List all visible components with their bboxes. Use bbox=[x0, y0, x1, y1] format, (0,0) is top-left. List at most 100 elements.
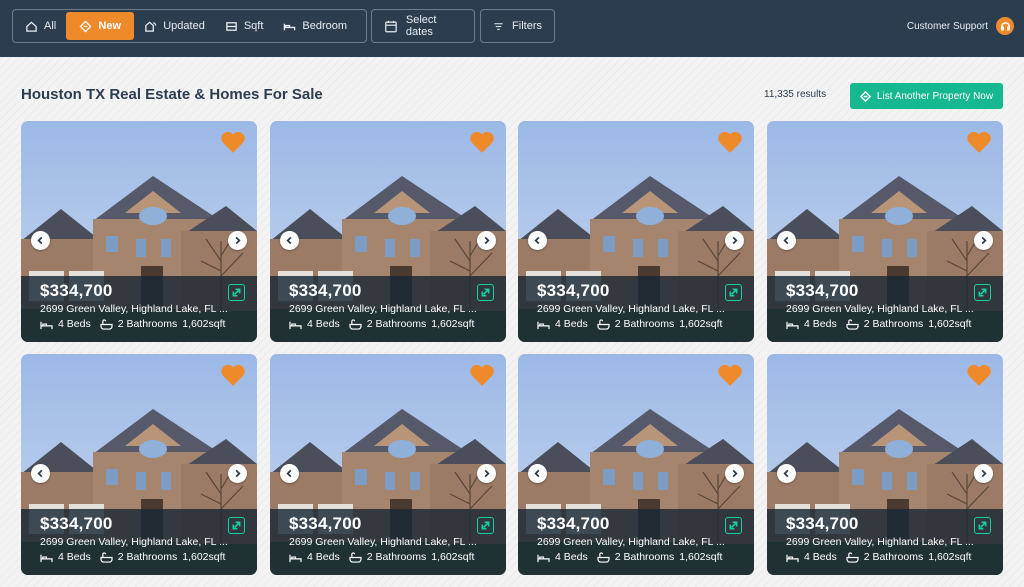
segment-bedroom[interactable]: Bedroom bbox=[273, 12, 357, 40]
listing-info-panel: $334,700 2699 Green Valley, Highland Lak… bbox=[21, 276, 257, 342]
next-photo-button[interactable] bbox=[477, 464, 496, 483]
listing-card[interactable]: $334,700 2699 Green Valley, Highland Lak… bbox=[270, 354, 506, 575]
listing-price: $334,700 bbox=[289, 281, 362, 300]
bed-icon bbox=[284, 23, 296, 30]
listing-card[interactable]: $334,700 2699 Green Valley, Highland Lak… bbox=[21, 354, 257, 575]
listing-sqft: 1,602sqft bbox=[679, 551, 723, 563]
segment-all[interactable]: All bbox=[15, 12, 66, 40]
bathtub-icon bbox=[597, 551, 610, 563]
heart-icon[interactable] bbox=[220, 363, 246, 387]
chevron-left-icon bbox=[286, 469, 292, 478]
filters-button[interactable]: Filters bbox=[480, 9, 555, 43]
next-photo-button[interactable] bbox=[974, 464, 993, 483]
listing-baths: 2 Bathrooms bbox=[863, 551, 924, 563]
listing-beds: 4 Beds bbox=[804, 551, 837, 563]
prev-photo-button[interactable] bbox=[528, 231, 547, 250]
bed-icon bbox=[537, 321, 550, 329]
open-listing-button[interactable] bbox=[228, 517, 245, 534]
top-navbar: All New Updated Sqft Bedroom Select date… bbox=[0, 0, 1024, 57]
listing-card[interactable]: $334,700 2699 Green Valley, Highland Lak… bbox=[270, 121, 506, 342]
segment-new[interactable]: New bbox=[66, 12, 135, 40]
open-listing-button[interactable] bbox=[477, 517, 494, 534]
results-count: 11,335 results bbox=[764, 89, 827, 100]
listing-baths: 2 Bathrooms bbox=[863, 318, 924, 330]
listing-info-panel: $334,700 2699 Green Valley, Highland Lak… bbox=[270, 509, 506, 575]
next-photo-button[interactable] bbox=[725, 464, 744, 483]
chevron-right-icon bbox=[484, 469, 490, 478]
ruler-icon bbox=[226, 21, 237, 31]
heart-icon[interactable] bbox=[966, 130, 992, 154]
bathtub-icon bbox=[349, 318, 362, 330]
listing-beds: 4 Beds bbox=[555, 551, 588, 563]
listing-baths: 2 Bathrooms bbox=[614, 318, 675, 330]
bed-icon bbox=[786, 321, 799, 329]
listing-card[interactable]: $334,700 2699 Green Valley, Highland Lak… bbox=[518, 121, 754, 342]
listing-sqft: 1,602sqft bbox=[182, 551, 226, 563]
prev-photo-button[interactable] bbox=[777, 231, 796, 250]
chevron-left-icon bbox=[37, 236, 43, 245]
listing-card[interactable]: $334,700 2699 Green Valley, Highland Lak… bbox=[518, 354, 754, 575]
listing-info-panel: $334,700 2699 Green Valley, Highland Lak… bbox=[21, 509, 257, 575]
listing-address: 2699 Green Valley, Highland Lake, FL ... bbox=[537, 303, 725, 315]
next-photo-button[interactable] bbox=[725, 231, 744, 250]
listing-info-panel: $334,700 2699 Green Valley, Highland Lak… bbox=[270, 276, 506, 342]
prev-photo-button[interactable] bbox=[31, 464, 50, 483]
listing-specs: 4 Beds 2 Bathrooms 1,602sqft bbox=[289, 551, 494, 563]
chevron-right-icon bbox=[732, 236, 738, 245]
open-listing-button[interactable] bbox=[725, 284, 742, 301]
listing-baths: 2 Bathrooms bbox=[117, 318, 178, 330]
bathtub-icon bbox=[846, 551, 859, 563]
listing-address: 2699 Green Valley, Highland Lake, FL ... bbox=[289, 303, 477, 315]
bathtub-icon bbox=[100, 318, 113, 330]
open-listing-button[interactable] bbox=[228, 284, 245, 301]
heart-icon[interactable] bbox=[966, 363, 992, 387]
calendar-icon bbox=[385, 20, 397, 32]
listing-beds: 4 Beds bbox=[58, 551, 91, 563]
heart-icon[interactable] bbox=[220, 130, 246, 154]
bed-icon bbox=[289, 554, 302, 562]
external-link-icon bbox=[481, 521, 490, 530]
listing-beds: 4 Beds bbox=[307, 318, 340, 330]
heart-icon[interactable] bbox=[469, 130, 495, 154]
segment-sqft[interactable]: Sqft bbox=[215, 12, 274, 40]
customer-support-label: Customer Support bbox=[906, 20, 988, 32]
open-listing-button[interactable] bbox=[974, 517, 991, 534]
diamond-icon bbox=[859, 90, 871, 102]
heart-icon[interactable] bbox=[717, 363, 743, 387]
chevron-right-icon bbox=[981, 236, 987, 245]
next-photo-button[interactable] bbox=[477, 231, 496, 250]
listing-specs: 4 Beds 2 Bathrooms 1,602sqft bbox=[786, 551, 991, 563]
next-photo-button[interactable] bbox=[228, 464, 247, 483]
customer-support-link[interactable]: Customer Support bbox=[907, 17, 1014, 35]
listing-baths: 2 Bathrooms bbox=[614, 551, 675, 563]
chevron-left-icon bbox=[534, 469, 540, 478]
heart-icon[interactable] bbox=[717, 130, 743, 154]
prev-photo-button[interactable] bbox=[31, 231, 50, 250]
listing-specs: 4 Beds 2 Bathrooms 1,602sqft bbox=[786, 318, 991, 330]
next-photo-button[interactable] bbox=[974, 231, 993, 250]
listing-address: 2699 Green Valley, Highland Lake, FL ... bbox=[537, 536, 725, 548]
open-listing-button[interactable] bbox=[477, 284, 494, 301]
external-link-icon bbox=[481, 288, 490, 297]
listing-price: $334,700 bbox=[537, 514, 610, 533]
open-listing-button[interactable] bbox=[974, 284, 991, 301]
segment-label: New bbox=[98, 20, 122, 32]
prev-photo-button[interactable] bbox=[777, 464, 796, 483]
headset-icon bbox=[996, 17, 1014, 35]
next-photo-button[interactable] bbox=[228, 231, 247, 250]
listing-card[interactable]: $334,700 2699 Green Valley, Highland Lak… bbox=[767, 354, 1003, 575]
select-dates-button[interactable]: Select dates bbox=[371, 9, 475, 43]
list-property-button[interactable]: List Another Property Now bbox=[850, 83, 1003, 109]
prev-photo-button[interactable] bbox=[280, 231, 299, 250]
prev-photo-button[interactable] bbox=[280, 464, 299, 483]
listing-card[interactable]: $334,700 2699 Green Valley, Highland Lak… bbox=[767, 121, 1003, 342]
listing-info-panel: $334,700 2699 Green Valley, Highland Lak… bbox=[518, 276, 754, 342]
segment-updated[interactable]: Updated bbox=[134, 12, 215, 40]
bathtub-icon bbox=[846, 318, 859, 330]
listing-sqft: 1,602sqft bbox=[431, 551, 475, 563]
heart-icon[interactable] bbox=[469, 363, 495, 387]
prev-photo-button[interactable] bbox=[528, 464, 547, 483]
open-listing-button[interactable] bbox=[725, 517, 742, 534]
listing-beds: 4 Beds bbox=[307, 551, 340, 563]
listing-card[interactable]: $334,700 2699 Green Valley, Highland Lak… bbox=[21, 121, 257, 342]
